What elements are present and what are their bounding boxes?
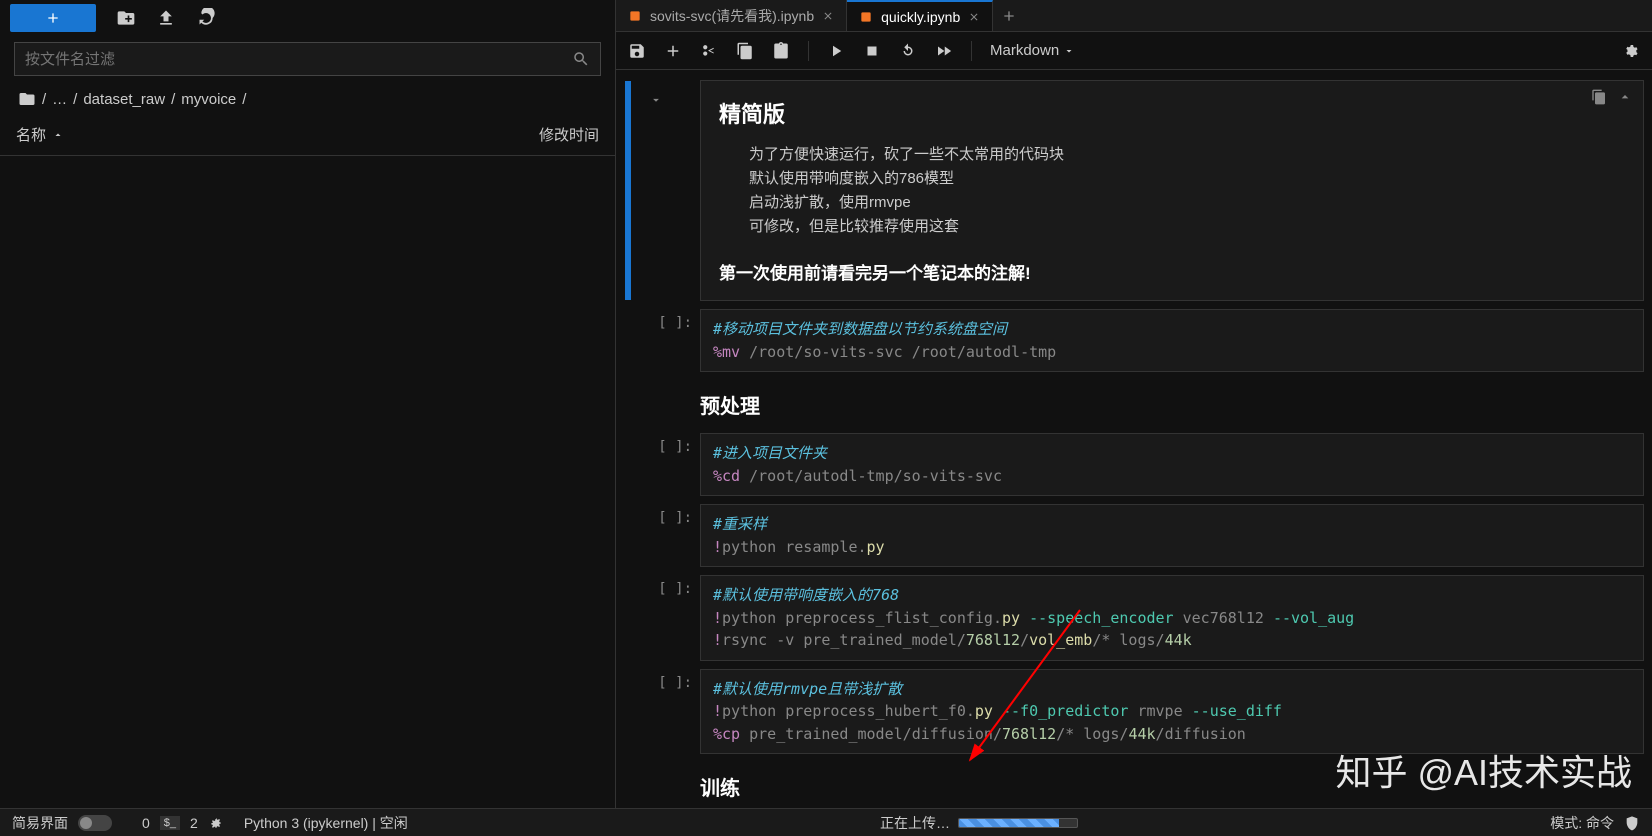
stop-icon[interactable] — [863, 42, 881, 60]
notebook-icon — [859, 10, 873, 24]
duplicate-icon[interactable] — [1591, 89, 1607, 105]
code-comment: #进入项目文件夹 — [713, 444, 827, 462]
code-cell[interactable]: [ ]: #移动项目文件夹到数据盘以节约系统盘空间 %mv /root/so-v… — [630, 309, 1644, 372]
kernel-icon[interactable] — [208, 815, 224, 831]
cell-prompt: [ ]: — [630, 309, 700, 372]
cut-icon[interactable] — [700, 42, 718, 60]
add-cell-icon[interactable] — [664, 42, 682, 60]
folder-icon[interactable] — [18, 90, 36, 108]
terminals-count[interactable]: 0 — [142, 815, 150, 831]
code-cell[interactable]: [ ]: #重采样 !python resample.py — [630, 504, 1644, 567]
save-icon[interactable] — [628, 42, 646, 60]
cell-prompt: [ ]: — [630, 669, 700, 755]
tab-quickly[interactable]: quickly.ipynb — [847, 0, 993, 31]
cell-prompt: [ ]: — [630, 504, 700, 567]
md-line: 为了方便快速运行，砍了一些不太常用的代码块 — [719, 143, 1625, 167]
code-cell[interactable]: [ ]: #默认使用rmvpe且带浅扩散 !python preprocess_… — [630, 669, 1644, 755]
simple-mode-label: 简易界面 — [12, 813, 68, 833]
active-cell-bar — [625, 81, 631, 300]
file-toolbar — [0, 0, 615, 36]
code-comment: #默认使用带响度嵌入的768 — [713, 586, 899, 604]
filter-input-wrap — [14, 42, 601, 76]
tab-label: sovits-svc(请先看我).ipynb — [650, 6, 814, 26]
notebook-panel: sovits-svc(请先看我).ipynb quickly.ipynb — [616, 0, 1652, 808]
upload-label: 正在上传… — [880, 813, 950, 833]
chevron-down-icon — [1063, 45, 1075, 57]
close-icon[interactable] — [968, 11, 980, 23]
upload-icon[interactable] — [156, 8, 176, 28]
collapse-icon[interactable] — [649, 93, 663, 107]
notebook-icon — [628, 9, 642, 23]
filter-input[interactable] — [25, 51, 572, 68]
copy-icon[interactable] — [736, 42, 754, 60]
code-cell[interactable]: [ ]: #进入项目文件夹 %cd /root/autodl-tmp/so-vi… — [630, 433, 1644, 496]
notebook-toolbar: Markdown — [616, 32, 1652, 70]
upload-progress — [958, 818, 1078, 828]
run-all-icon[interactable] — [935, 42, 953, 60]
cell-type-select[interactable]: Markdown — [990, 42, 1075, 59]
code-cell[interactable]: [ ]: #默认使用带响度嵌入的768 !python preprocess_f… — [630, 575, 1644, 661]
md-title: 精简版 — [719, 97, 1625, 129]
section-heading: 预处理 — [700, 380, 1644, 425]
col-modified-label[interactable]: 修改时间 — [489, 124, 599, 145]
section-heading: 训练 — [700, 762, 1644, 807]
search-icon[interactable] — [572, 50, 590, 68]
move-up-icon[interactable] — [1617, 89, 1633, 105]
markdown-heading: 预处理 — [630, 380, 1644, 425]
crumb-p2[interactable]: myvoice — [181, 91, 236, 108]
tab-bar: sovits-svc(请先看我).ipynb quickly.ipynb — [616, 0, 1652, 32]
crumb-sep: / — [242, 91, 246, 108]
kernels-count[interactable]: 2 — [190, 815, 198, 831]
mode-label: 模式: 命令 — [1550, 813, 1614, 833]
markdown-cell[interactable]: 精简版 为了方便快速运行，砍了一些不太常用的代码块 默认使用带响度嵌入的786模… — [630, 80, 1644, 301]
code-comment: #默认使用rmvpe且带浅扩散 — [713, 680, 902, 698]
cell-prompt: [ ]: — [630, 433, 700, 496]
col-name-label[interactable]: 名称 — [16, 124, 46, 145]
md-line: 可修改，但是比较推荐使用这套 — [719, 215, 1625, 239]
new-button[interactable] — [10, 4, 96, 32]
file-columns: 名称 修改时间 — [0, 118, 615, 156]
restart-icon[interactable] — [899, 42, 917, 60]
run-icon[interactable] — [827, 42, 845, 60]
paste-icon[interactable] — [772, 42, 790, 60]
shield-icon[interactable] — [1624, 815, 1640, 831]
crumb-sep: / — [73, 91, 77, 108]
md-line: 默认使用带响度嵌入的786模型 — [719, 167, 1625, 191]
simple-mode-toggle[interactable] — [78, 815, 112, 831]
refresh-icon[interactable] — [196, 8, 216, 28]
crumb-sep: / — [171, 91, 175, 108]
new-folder-icon[interactable] — [116, 8, 136, 28]
crumb-p1[interactable]: dataset_raw — [83, 91, 165, 108]
crumb-dots[interactable]: … — [52, 91, 67, 108]
cell-type-label: Markdown — [990, 42, 1059, 59]
code-comment: #移动项目文件夹到数据盘以节约系统盘空间 — [713, 320, 1007, 338]
breadcrumb: / … / dataset_raw / myvoice / — [0, 80, 615, 118]
markdown-heading: 训练 — [630, 762, 1644, 807]
crumb-sep: / — [42, 91, 46, 108]
gear-icon[interactable] — [1622, 42, 1640, 60]
terminal-badge[interactable]: $_ — [160, 816, 180, 830]
code-comment: #重采样 — [713, 515, 767, 533]
sort-asc-icon[interactable] — [52, 129, 64, 141]
status-bar: 简易界面 0 $_ 2 Python 3 (ipykernel) | 空闲 正在… — [0, 808, 1652, 836]
md-line: 启动浅扩散，使用rmvpe — [719, 191, 1625, 215]
md-bold: 第一次使用前请看完另一个笔记本的注解! — [719, 259, 1625, 284]
notebook-body: 精简版 为了方便快速运行，砍了一些不太常用的代码块 默认使用带响度嵌入的786模… — [616, 70, 1652, 808]
tab-sovits[interactable]: sovits-svc(请先看我).ipynb — [616, 0, 847, 31]
close-icon[interactable] — [822, 10, 834, 22]
new-tab-button[interactable] — [993, 0, 1025, 31]
file-browser-panel: / … / dataset_raw / myvoice / 名称 修改时间 — [0, 0, 616, 808]
tab-label: quickly.ipynb — [881, 9, 960, 25]
kernel-status[interactable]: Python 3 (ipykernel) | 空闲 — [244, 813, 408, 833]
cell-prompt: [ ]: — [630, 575, 700, 661]
